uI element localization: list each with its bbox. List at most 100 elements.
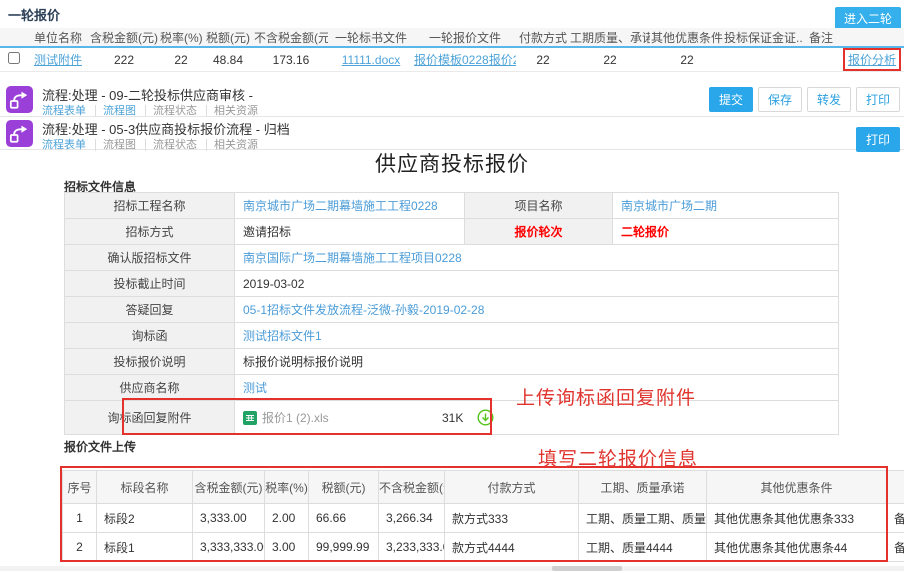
workflow-resources-link[interactable]: 相关资源 [214, 105, 267, 117]
col-other-conditions: 其他优惠条件 [707, 471, 887, 504]
field-inquiry-label: 询标函 [65, 323, 235, 349]
enter-second-round-button[interactable]: 进入二轮 [835, 7, 901, 30]
print-button[interactable]: 打印 [856, 87, 900, 112]
cell-tax-rate[interactable]: 2.00 [265, 504, 309, 533]
cell-quality: 22 [570, 47, 650, 72]
forward-button[interactable]: 转发 [807, 87, 851, 112]
col-tax-rate: 税率(%) [265, 471, 309, 504]
col-bid-file: 一轮标书文件 [328, 28, 414, 47]
col-tax-rate: 税率(%) [160, 28, 202, 47]
cell-seq: 2 [63, 533, 97, 562]
col-remark: 备注 [802, 28, 840, 47]
form-row: 投标截止时间 2019-03-02 [65, 271, 839, 297]
first-round-table: 单位名称 含税金额(元) 税率(%) 税额(元) 不含税金额(元) 一轮标书文件… [0, 28, 904, 72]
form-row: 招标工程名称 南京城市广场二期幕墙施工工程0228 项目名称 南京城市广场二期 [65, 193, 839, 219]
section-quote-upload: 报价文件上传 [64, 438, 136, 455]
col-quality-commitment: 工期、质量承诺 [579, 471, 707, 504]
cell-remark[interactable]: 备注 [887, 533, 904, 562]
download-icon[interactable] [477, 409, 494, 426]
header-checkbox-cell [0, 28, 28, 47]
field-confirmed-doc-label: 确认版招标文件 [65, 245, 235, 271]
workflow-bar-2: 流程:处理 - 05-3供应商投标报价流程 - 归档 流程表单流程图流程状态相关… [0, 118, 904, 150]
annotation-fill-second-round: 填写二轮报价信息 [538, 444, 698, 471]
quote-analysis-link[interactable]: 报价分析 [848, 53, 896, 67]
excel-file-icon [243, 411, 257, 425]
col-analysis [840, 28, 904, 47]
quote-upload-table: 序号 标段名称 含税金额(元) 税率(%) 税额(元) 不含税金额(元) 付款方… [62, 470, 904, 562]
field-attachment-label: 询标函回复附件 [65, 401, 235, 435]
field-method-value: 邀请招标 [235, 219, 465, 245]
cell-amount-with-tax: 222 [88, 47, 160, 72]
form-title: 供应商投标报价 [0, 148, 904, 178]
bid-file-link[interactable]: 11111.docx [342, 53, 401, 67]
col-amount-without-tax: 不含税金额(元) [254, 28, 328, 47]
cell-payment[interactable]: 款方式333 [445, 504, 579, 533]
cell-tax-amount: 48.84 [202, 47, 254, 72]
field-reply-value[interactable]: 05-1招标文件发放流程-泛微-孙毅-2019-02-28 [235, 297, 839, 323]
field-project-name-label: 项目名称 [465, 193, 613, 219]
field-round-value: 二轮报价 [613, 219, 839, 245]
field-inquiry-value[interactable]: 测试招标文件1 [235, 323, 839, 349]
col-tax-amount: 税额(元) [202, 28, 254, 47]
form-row-attachment: 询标函回复附件 报价1 (2).xls 31K [65, 401, 839, 435]
bid-info-form: 招标工程名称 南京城市广场二期幕墙施工工程0228 项目名称 南京城市广场二期 … [64, 192, 839, 435]
quote-file-link[interactable]: 报价模板0228报价2.xls [414, 53, 516, 67]
cell-amount-with-tax[interactable]: 3,333,333.00 [193, 533, 265, 562]
workflow-links: 流程表单流程图流程状态相关资源 [42, 102, 274, 118]
analysis-highlight-box: 报价分析 [843, 48, 901, 71]
cell-tax-amount[interactable]: 66.66 [309, 504, 379, 533]
field-project-name-value[interactable]: 南京城市广场二期 [613, 193, 839, 219]
cell-amount-with-tax[interactable]: 3,333.00 [193, 504, 265, 533]
quote-row-2: 2 标段1 3,333,333.00 3.00 99,999.99 3,233,… [63, 533, 904, 562]
quote-row-1: 1 标段2 3,333.00 2.00 66.66 3,266.34 款方式33… [63, 504, 904, 533]
field-supplier-label: 供应商名称 [65, 375, 235, 401]
col-payment: 付款方式 [445, 471, 579, 504]
cell-other: 22 [650, 47, 724, 72]
cell-other-conditions[interactable]: 其他优惠条其他优惠条333 [707, 504, 887, 533]
save-button[interactable]: 保存 [758, 87, 802, 112]
quote-header-row: 序号 标段名称 含税金额(元) 税率(%) 税额(元) 不含税金额(元) 付款方… [63, 471, 904, 504]
col-remark: 备注 [887, 471, 904, 504]
col-tax-amount: 税额(元) [309, 471, 379, 504]
workflow-form-link[interactable]: 流程表单 [42, 105, 96, 117]
horizontal-scrollbar[interactable] [0, 566, 904, 571]
workflow-icon [6, 120, 33, 147]
field-confirmed-doc-value[interactable]: 南京国际广场二期幕墙施工工程项目0228 [235, 245, 839, 271]
cell-section-name[interactable]: 标段1 [97, 533, 193, 562]
annotation-upload-reply: 上传询标函回复附件 [516, 383, 696, 410]
form-row: 确认版招标文件 南京国际广场二期幕墙施工工程项目0228 [65, 245, 839, 271]
cell-tax-amount[interactable]: 99,999.99 [309, 533, 379, 562]
attachment-file-name[interactable]: 报价1 (2).xls [262, 409, 430, 426]
cell-amount-without-tax[interactable]: 3,233,333.01 [379, 533, 445, 562]
form-row: 供应商名称 测试 [65, 375, 839, 401]
cell-seq: 1 [63, 504, 97, 533]
cell-section-name[interactable]: 标段2 [97, 504, 193, 533]
cell-remark[interactable]: 备注 [887, 504, 904, 533]
workflow-buttons: 提交保存转发打印 [704, 87, 900, 112]
workflow-status-link[interactable]: 流程状态 [153, 105, 207, 117]
submit-button[interactable]: 提交 [709, 87, 753, 112]
workflow-diagram-link[interactable]: 流程图 [103, 105, 146, 117]
cell-tax-rate[interactable]: 3.00 [265, 533, 309, 562]
cell-remark [802, 47, 840, 72]
cell-quality-commitment[interactable]: 工期、质量4444 [579, 533, 707, 562]
page-title: 一轮报价 [8, 5, 60, 24]
workflow-bar-1: 流程:处理 - 09-二轮投标供应商审核 - 流程表单流程图流程状态相关资源 提… [0, 84, 904, 117]
col-quality: 工期质量、承诺 [570, 28, 650, 47]
field-project-label: 招标工程名称 [65, 193, 235, 219]
col-amount-without-tax: 不含税金额(元) [379, 471, 445, 504]
row-checkbox[interactable] [8, 52, 20, 64]
cell-payment: 22 [516, 47, 570, 72]
cell-amount-without-tax[interactable]: 3,266.34 [379, 504, 445, 533]
cell-payment[interactable]: 款方式4444 [445, 533, 579, 562]
col-amount-with-tax: 含税金额(元) [193, 471, 265, 504]
col-other: 其他优惠条件 [650, 28, 724, 47]
cell-other-conditions[interactable]: 其他优惠条其他优惠条44 [707, 533, 887, 562]
cell-quality-commitment[interactable]: 工期、质量工期、质量3333 [579, 504, 707, 533]
scrollbar-thumb[interactable] [552, 566, 622, 571]
field-project-value[interactable]: 南京城市广场二期幕墙施工工程0228 [235, 193, 465, 219]
unit-name-link[interactable]: 测试附件 [34, 53, 82, 67]
attachment-file-size: 31K [442, 411, 463, 425]
form-row: 招标方式 邀请招标 报价轮次 二轮报价 [65, 219, 839, 245]
workflow-icon [6, 86, 33, 113]
